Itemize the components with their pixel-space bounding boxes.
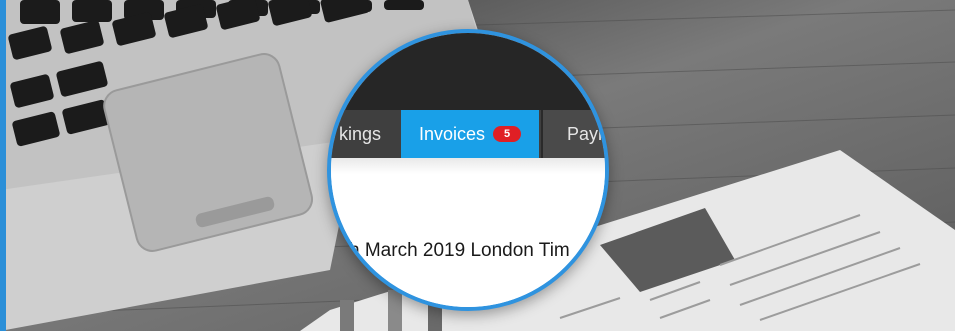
tab-invoices[interactable]: Invoices 5 <box>401 110 539 158</box>
tab-payments[interactable]: Paym <box>541 110 609 158</box>
tab-bar: kings Invoices 5 Paym <box>331 110 605 158</box>
date-timezone-text: h March 2019 London Tim <box>349 240 570 261</box>
magnifier-lens: kings Invoices 5 Paym h March 2019 Londo… <box>327 29 609 311</box>
app-header <box>331 33 605 111</box>
hero-banner: kings Invoices 5 Paym h March 2019 Londo… <box>0 0 955 331</box>
tab-bookings[interactable]: kings <box>331 110 403 158</box>
accent-edge <box>0 0 6 331</box>
tab-label: Invoices <box>418 123 486 144</box>
tab-label: kings <box>338 123 382 144</box>
content-area <box>331 158 605 307</box>
tab-label: Paym <box>567 123 609 144</box>
notification-badge: 5 <box>493 126 522 142</box>
